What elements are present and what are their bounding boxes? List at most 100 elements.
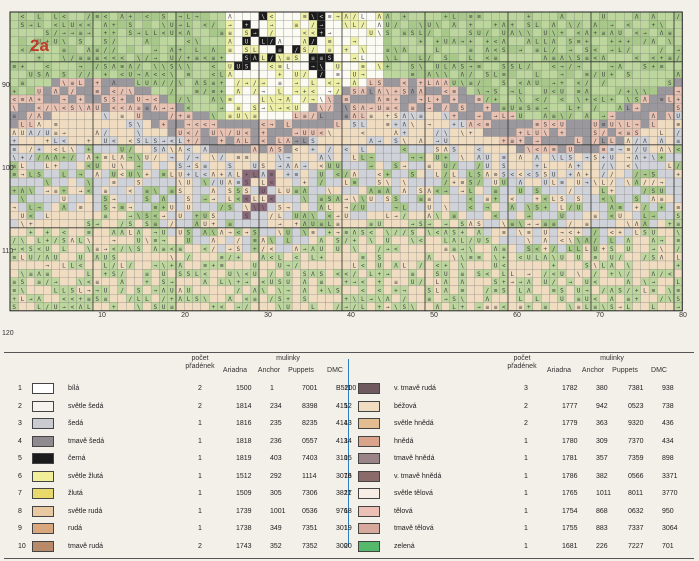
svg-text:≡: ≡	[178, 246, 182, 253]
svg-text:S: S	[411, 63, 415, 70]
svg-text:\: \	[568, 22, 572, 29]
svg-text:U: U	[427, 205, 431, 212]
svg-text:<: <	[112, 88, 116, 95]
svg-text:<: <	[485, 271, 489, 278]
svg-text:/: /	[676, 246, 680, 253]
svg-text:+: +	[577, 163, 581, 170]
legend-number: 18	[344, 507, 352, 515]
svg-text:→: →	[311, 63, 315, 70]
thread-name: černá	[68, 455, 86, 462]
svg-text:+: +	[112, 304, 116, 311]
color-swatch	[32, 488, 54, 499]
ariadna-code: 1781	[562, 455, 578, 462]
svg-text:<: <	[187, 130, 191, 137]
legend-number: 9	[18, 525, 22, 532]
svg-text:+: +	[104, 30, 108, 37]
svg-text:≡: ≡	[369, 113, 373, 120]
svg-text:/: /	[270, 213, 274, 220]
svg-text:/: /	[203, 88, 207, 95]
svg-text:\: \	[187, 63, 191, 70]
svg-text:U: U	[236, 63, 240, 70]
svg-text:Λ: Λ	[54, 88, 58, 95]
svg-text:Λ: Λ	[544, 254, 548, 261]
svg-text:L: L	[62, 22, 66, 29]
svg-text:L: L	[145, 138, 149, 145]
svg-text:<: <	[170, 246, 174, 253]
svg-text:U: U	[378, 263, 382, 270]
svg-text:/: /	[37, 155, 41, 162]
svg-text:/: /	[568, 188, 572, 195]
svg-text:Λ: Λ	[651, 271, 655, 278]
svg-text:≡: ≡	[461, 180, 465, 187]
svg-text:S: S	[129, 22, 133, 29]
svg-text:U: U	[187, 205, 191, 212]
svg-text:→: →	[12, 205, 16, 212]
svg-text:≡: ≡	[295, 188, 299, 195]
svg-text:Λ: Λ	[278, 39, 282, 46]
svg-text:S: S	[303, 296, 307, 303]
svg-text:→: →	[419, 155, 423, 162]
skein-count: 1	[198, 437, 202, 445]
svg-text:S: S	[394, 196, 398, 203]
svg-text:S: S	[494, 279, 498, 286]
svg-text:+: +	[386, 113, 390, 120]
svg-text:≡: ≡	[494, 288, 498, 295]
svg-text:+: +	[303, 180, 307, 187]
svg-text:/: /	[336, 304, 340, 311]
ariadna-code: 1819	[236, 455, 252, 462]
svg-text:+: +	[651, 22, 655, 29]
svg-text:<: <	[635, 30, 639, 37]
svg-text:S: S	[419, 188, 423, 195]
svg-text:Λ: Λ	[353, 229, 357, 236]
svg-text:\: \	[261, 288, 265, 295]
brand-group-header: mulinky	[276, 355, 300, 362]
svg-text:S: S	[328, 196, 332, 203]
svg-text:Λ: Λ	[120, 279, 124, 286]
svg-text:L: L	[651, 304, 655, 311]
svg-text:Λ: Λ	[112, 80, 116, 87]
svg-text:≡: ≡	[560, 180, 564, 187]
svg-text:+: +	[344, 296, 348, 303]
legend-number: 2	[18, 402, 22, 410]
svg-text:\: \	[62, 55, 66, 62]
svg-text:U: U	[21, 130, 25, 137]
color-swatch	[358, 453, 380, 464]
svg-text:≡: ≡	[236, 155, 240, 162]
svg-text:/: /	[46, 105, 50, 112]
svg-text:≡: ≡	[502, 72, 506, 79]
svg-text:/: /	[643, 254, 647, 261]
svg-text:Λ: Λ	[469, 122, 473, 129]
svg-text:<: <	[62, 296, 66, 303]
svg-text:L: L	[535, 254, 539, 261]
svg-text:Λ: Λ	[635, 155, 639, 162]
svg-text:\: \	[303, 196, 307, 203]
svg-text:+: +	[527, 304, 531, 311]
svg-text:L: L	[544, 163, 548, 170]
svg-text:S: S	[502, 171, 506, 178]
skein-count: 2	[198, 402, 202, 410]
svg-text:Λ: Λ	[228, 14, 232, 21]
svg-text:+: +	[236, 254, 240, 261]
svg-text:L: L	[627, 122, 631, 129]
svg-text:+: +	[510, 22, 514, 29]
svg-text:<: <	[494, 213, 498, 220]
svg-text:\: \	[245, 205, 249, 212]
svg-text:/: /	[236, 238, 240, 245]
svg-text:\: \	[361, 196, 365, 203]
svg-text:/: /	[378, 246, 382, 253]
svg-text:\: \	[676, 229, 680, 236]
skein-count: 1	[524, 455, 528, 462]
svg-text:→: →	[286, 263, 290, 270]
svg-text:L: L	[278, 213, 282, 220]
svg-text:≡: ≡	[602, 146, 606, 153]
thread-name: světle žlutá	[68, 472, 104, 480]
svg-text:U: U	[519, 113, 523, 120]
svg-text:+: +	[585, 39, 589, 46]
svg-text:\: \	[419, 63, 423, 70]
svg-text:Λ: Λ	[502, 39, 506, 46]
svg-text:≡: ≡	[336, 72, 340, 79]
svg-text:U: U	[37, 88, 41, 95]
svg-text:/: /	[627, 271, 631, 278]
svg-text:≡: ≡	[319, 221, 323, 228]
svg-text:→: →	[519, 279, 523, 286]
